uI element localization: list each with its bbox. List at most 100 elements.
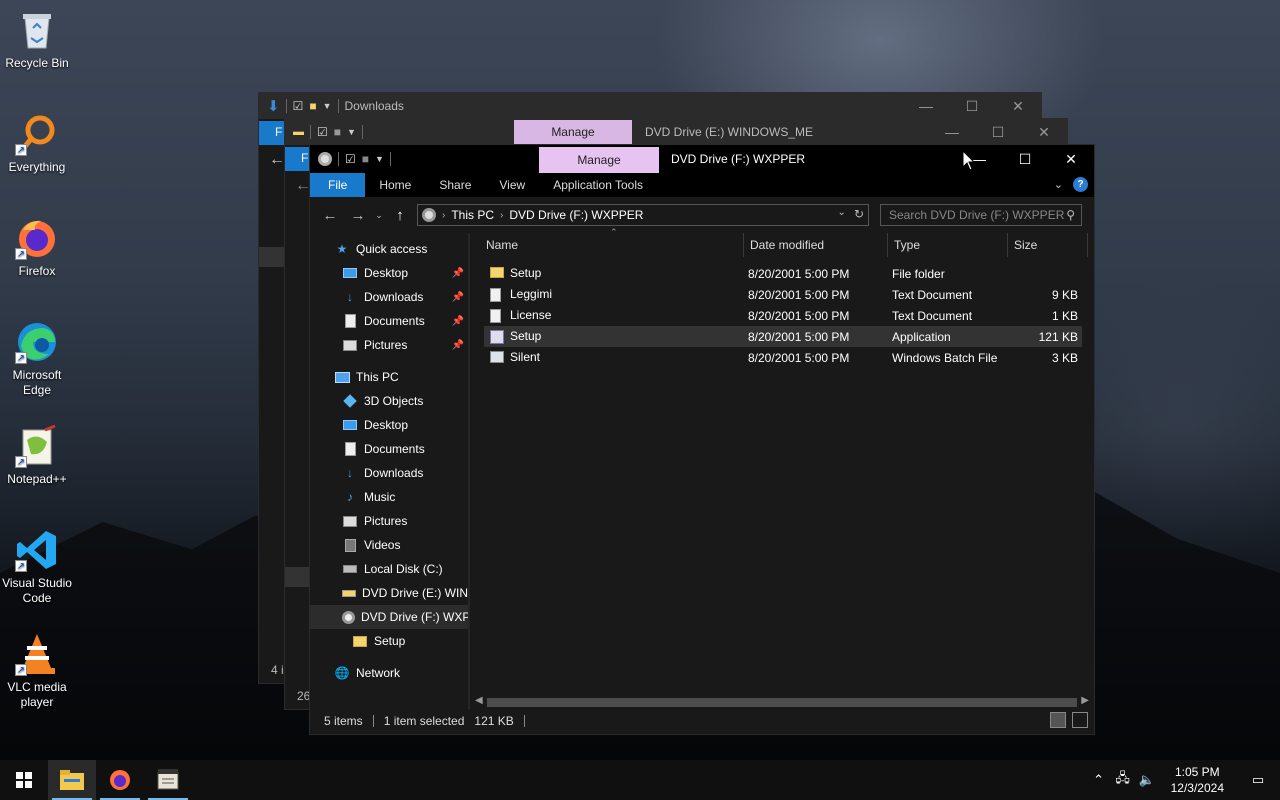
column-name[interactable]: Name [480,233,744,257]
nav-item-quick-access[interactable]: ★ Quick access [310,237,468,261]
nav-item-pictures[interactable]: Pictures 📌 [310,333,468,357]
chevron-down-icon[interactable]: ⌄ [838,207,846,221]
maximize-button[interactable]: ☐ [1002,145,1048,173]
notification-icon[interactable]: ▭ [1236,772,1280,788]
scroll-right-icon[interactable]: ▶ [1081,695,1089,706]
back-button[interactable]: ← [316,207,344,224]
help-icon[interactable]: ? [1073,177,1088,192]
nav-item-downloads[interactable]: ↓ Downloads [310,461,468,485]
ribbon-file-tab[interactable]: F [285,147,311,171]
nav-item-local-disk-c[interactable]: Local Disk (C:) [310,557,468,581]
file-name: Leggimi [490,287,552,302]
search-input[interactable]: Search DVD Drive (F:) WXPPER ⚲ [880,204,1082,226]
new-folder-icon[interactable]: ■ [362,152,369,166]
file-row[interactable]: License 8/20/2001 5:00 PM Text Document 1 K… [484,305,1082,326]
new-folder-icon[interactable]: ■ [309,99,316,113]
manage-tab[interactable]: Manage [539,147,659,173]
file-row[interactable]: Setup 8/20/2001 5:00 PM File folder [484,263,1082,284]
taskbar-file-explorer[interactable] [48,760,96,800]
address-bar[interactable]: › This PC › DVD Drive (F:) WXPPER ⌄ ↻ [417,204,869,226]
nav-item-documents[interactable]: Documents 📌 [310,309,468,333]
file-row[interactable]: Silent 8/20/2001 5:00 PM Windows Batch Fil… [484,347,1082,368]
maximize-button[interactable]: ☐ [975,119,1021,145]
breadcrumb-dvd-f[interactable]: DVD Drive (F:) WXPPER [509,208,643,222]
document-icon [342,314,358,328]
properties-icon[interactable]: ☑ [293,99,304,113]
desktop-icon-vlc[interactable]: ↗ VLC media player [0,632,74,710]
close-button[interactable]: ✕ [995,93,1041,119]
minimize-button[interactable]: — [929,119,975,145]
details-view-button[interactable] [1050,712,1066,728]
nav-highlight [259,247,285,267]
nav-item-desktop[interactable]: Desktop [310,413,468,437]
column-size[interactable]: Size [1008,233,1088,257]
shortcut-arrow-icon: ↗ [15,352,27,364]
file-date-modified-text: 8/20/2001 5:00 PM [748,350,850,365]
start-button[interactable] [0,760,48,800]
nav-item-network[interactable]: 🌐 Network [310,661,468,685]
desktop-icon-notepadpp[interactable]: ↗ Notepad++ [0,424,74,487]
nav-item-3d-objects[interactable]: 3D Objects [310,389,468,413]
tab-file[interactable]: File [310,173,366,197]
window-titlebar[interactable]: ⬇ ☑ ■ ▼ Downloads — ☐ ✕ [259,93,1041,119]
window-dvd-f[interactable]: ☑ ■ ▼ Manage DVD Drive (F:) WXPPER — ☐ ✕… [309,144,1095,735]
window-titlebar[interactable]: ☑ ■ ▼ Manage DVD Drive (F:) WXPPER — ☐ ✕ [310,145,1094,173]
nav-item-dvd-drive-f-wxpi[interactable]: DVD Drive (F:) WXPI [310,605,468,629]
properties-icon[interactable]: ☑ [345,152,356,166]
column-type[interactable]: Type [888,233,1008,257]
desktop-icon-edge[interactable]: ↗ Microsoft Edge [0,320,74,398]
taskbar-firefox[interactable] [96,760,144,800]
breadcrumb-this-pc[interactable]: This PC [451,208,494,222]
expand-ribbon-icon[interactable]: ⌄ [1054,178,1063,191]
properties-icon[interactable]: ☑ [317,125,328,139]
qat-dropdown-icon[interactable]: ▼ [323,101,332,111]
shortcut-arrow-icon: ↗ [15,248,27,260]
nav-item-setup[interactable]: Setup [310,629,468,653]
column-date-modified[interactable]: Date modified [744,233,888,257]
nav-item-videos[interactable]: Videos [310,533,468,557]
clock[interactable]: 1:05 PM 12/3/2024 [1159,764,1236,796]
large-icons-view-button[interactable] [1072,712,1088,728]
tab-share[interactable]: Share [425,173,485,197]
scrollbar-thumb[interactable] [487,698,1077,707]
qat-dropdown-icon[interactable]: ▼ [375,154,384,164]
up-button[interactable]: ↑ [386,207,414,224]
desktop-icon-everything[interactable]: ↗ Everything [0,112,74,175]
taskbar-media-app[interactable] [144,760,192,800]
desktop-icon-firefox[interactable]: ↗ Firefox [0,216,74,279]
new-folder-icon[interactable]: ■ [334,125,341,139]
refresh-icon[interactable]: ↻ [854,207,864,221]
mouse-cursor-icon [962,150,976,171]
desktop-icon-vscode[interactable]: ↗ Visual Studio Code [0,528,74,606]
manage-tab[interactable]: Manage [514,120,632,144]
close-button[interactable]: ✕ [1021,119,1067,145]
window-titlebar[interactable]: ▬ ☑ ■ ▼ Manage DVD Drive (E:) WINDOWS_ME… [285,119,1067,145]
back-arrow-icon[interactable]: ← [269,151,285,169]
nav-item-desktop[interactable]: Desktop 📌 [310,261,468,285]
volume-muted-icon[interactable]: 🔈 [1135,772,1159,788]
show-hidden-icons-icon[interactable]: ⌃ [1087,772,1111,788]
file-row[interactable]: Setup 8/20/2001 5:00 PM Application 121 KB [484,326,1082,347]
tab-view[interactable]: View [485,173,539,197]
forward-button[interactable]: → [344,207,372,224]
desktop-icon-recycle-bin[interactable]: Recycle Bin [0,8,74,71]
nav-item-pictures[interactable]: Pictures [310,509,468,533]
nav-item-documents[interactable]: Documents [310,437,468,461]
ribbon-file-tab[interactable]: F [259,121,285,145]
minimize-button[interactable]: — [903,93,949,119]
qat-dropdown-icon[interactable]: ▼ [347,127,356,137]
file-row[interactable]: Leggimi 8/20/2001 5:00 PM Text Document 9 K… [484,284,1082,305]
nav-item-music[interactable]: ♪ Music [310,485,468,509]
scroll-left-icon[interactable]: ◀ [475,695,483,706]
network-icon[interactable]: 🖧 [1111,769,1135,791]
close-button[interactable]: ✕ [1048,145,1094,173]
nav-item-dvd-drive-e-wind[interactable]: DVD Drive (E:) WIND [310,581,468,605]
recent-locations-icon[interactable]: ⌄ [372,210,386,221]
maximize-button[interactable]: ☐ [949,93,995,119]
tab-application-tools[interactable]: Application Tools [539,173,657,197]
nav-item-downloads[interactable]: ↓ Downloads 📌 [310,285,468,309]
dvd-icon [342,586,356,600]
item-count: 5 items [324,713,363,728]
nav-item-this-pc[interactable]: This PC [310,365,468,389]
tab-home[interactable]: Home [365,173,425,197]
